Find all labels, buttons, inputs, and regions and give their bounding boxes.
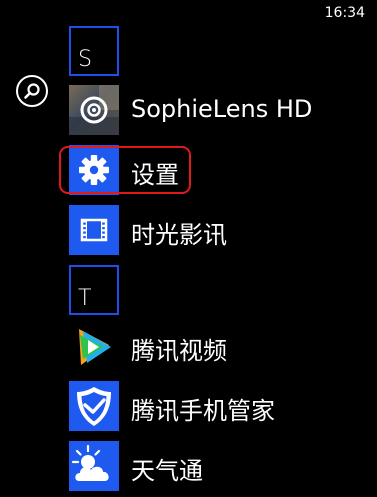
shield-check-icon: [69, 381, 119, 431]
app-item-sophielens[interactable]: SophieLens HD: [69, 85, 369, 135]
weather-cloud-sun-icon: [69, 441, 119, 491]
highlight-annotation: [59, 146, 191, 194]
status-time: 16:34: [324, 5, 365, 21]
app-item-video-news[interactable]: 时光影讯: [69, 205, 369, 255]
app-label-tencent-guard: 腾讯手机管家: [131, 397, 275, 425]
search-icon: [24, 83, 40, 99]
app-label-weather: 天气通: [131, 457, 203, 485]
search-button[interactable]: [16, 75, 48, 107]
app-label-video-news: 时光影讯: [131, 221, 227, 249]
group-letter-s[interactable]: S: [69, 26, 119, 76]
group-letter-t-label: T: [78, 286, 92, 311]
app-item-tencent-video[interactable]: 腾讯视频: [69, 321, 369, 371]
app-label-sophielens: SophieLens HD: [131, 95, 313, 123]
group-letter-s-label: S: [78, 47, 92, 72]
app-item-weather[interactable]: 天气通: [69, 441, 369, 491]
film-strip-icon: [69, 205, 119, 255]
camera-lens-icon: [69, 85, 119, 135]
group-letter-t[interactable]: T: [69, 265, 119, 315]
tencent-video-play-icon: [69, 321, 119, 371]
app-label-tencent-video: 腾讯视频: [131, 337, 227, 365]
app-item-tencent-guard[interactable]: 腾讯手机管家: [69, 381, 369, 431]
